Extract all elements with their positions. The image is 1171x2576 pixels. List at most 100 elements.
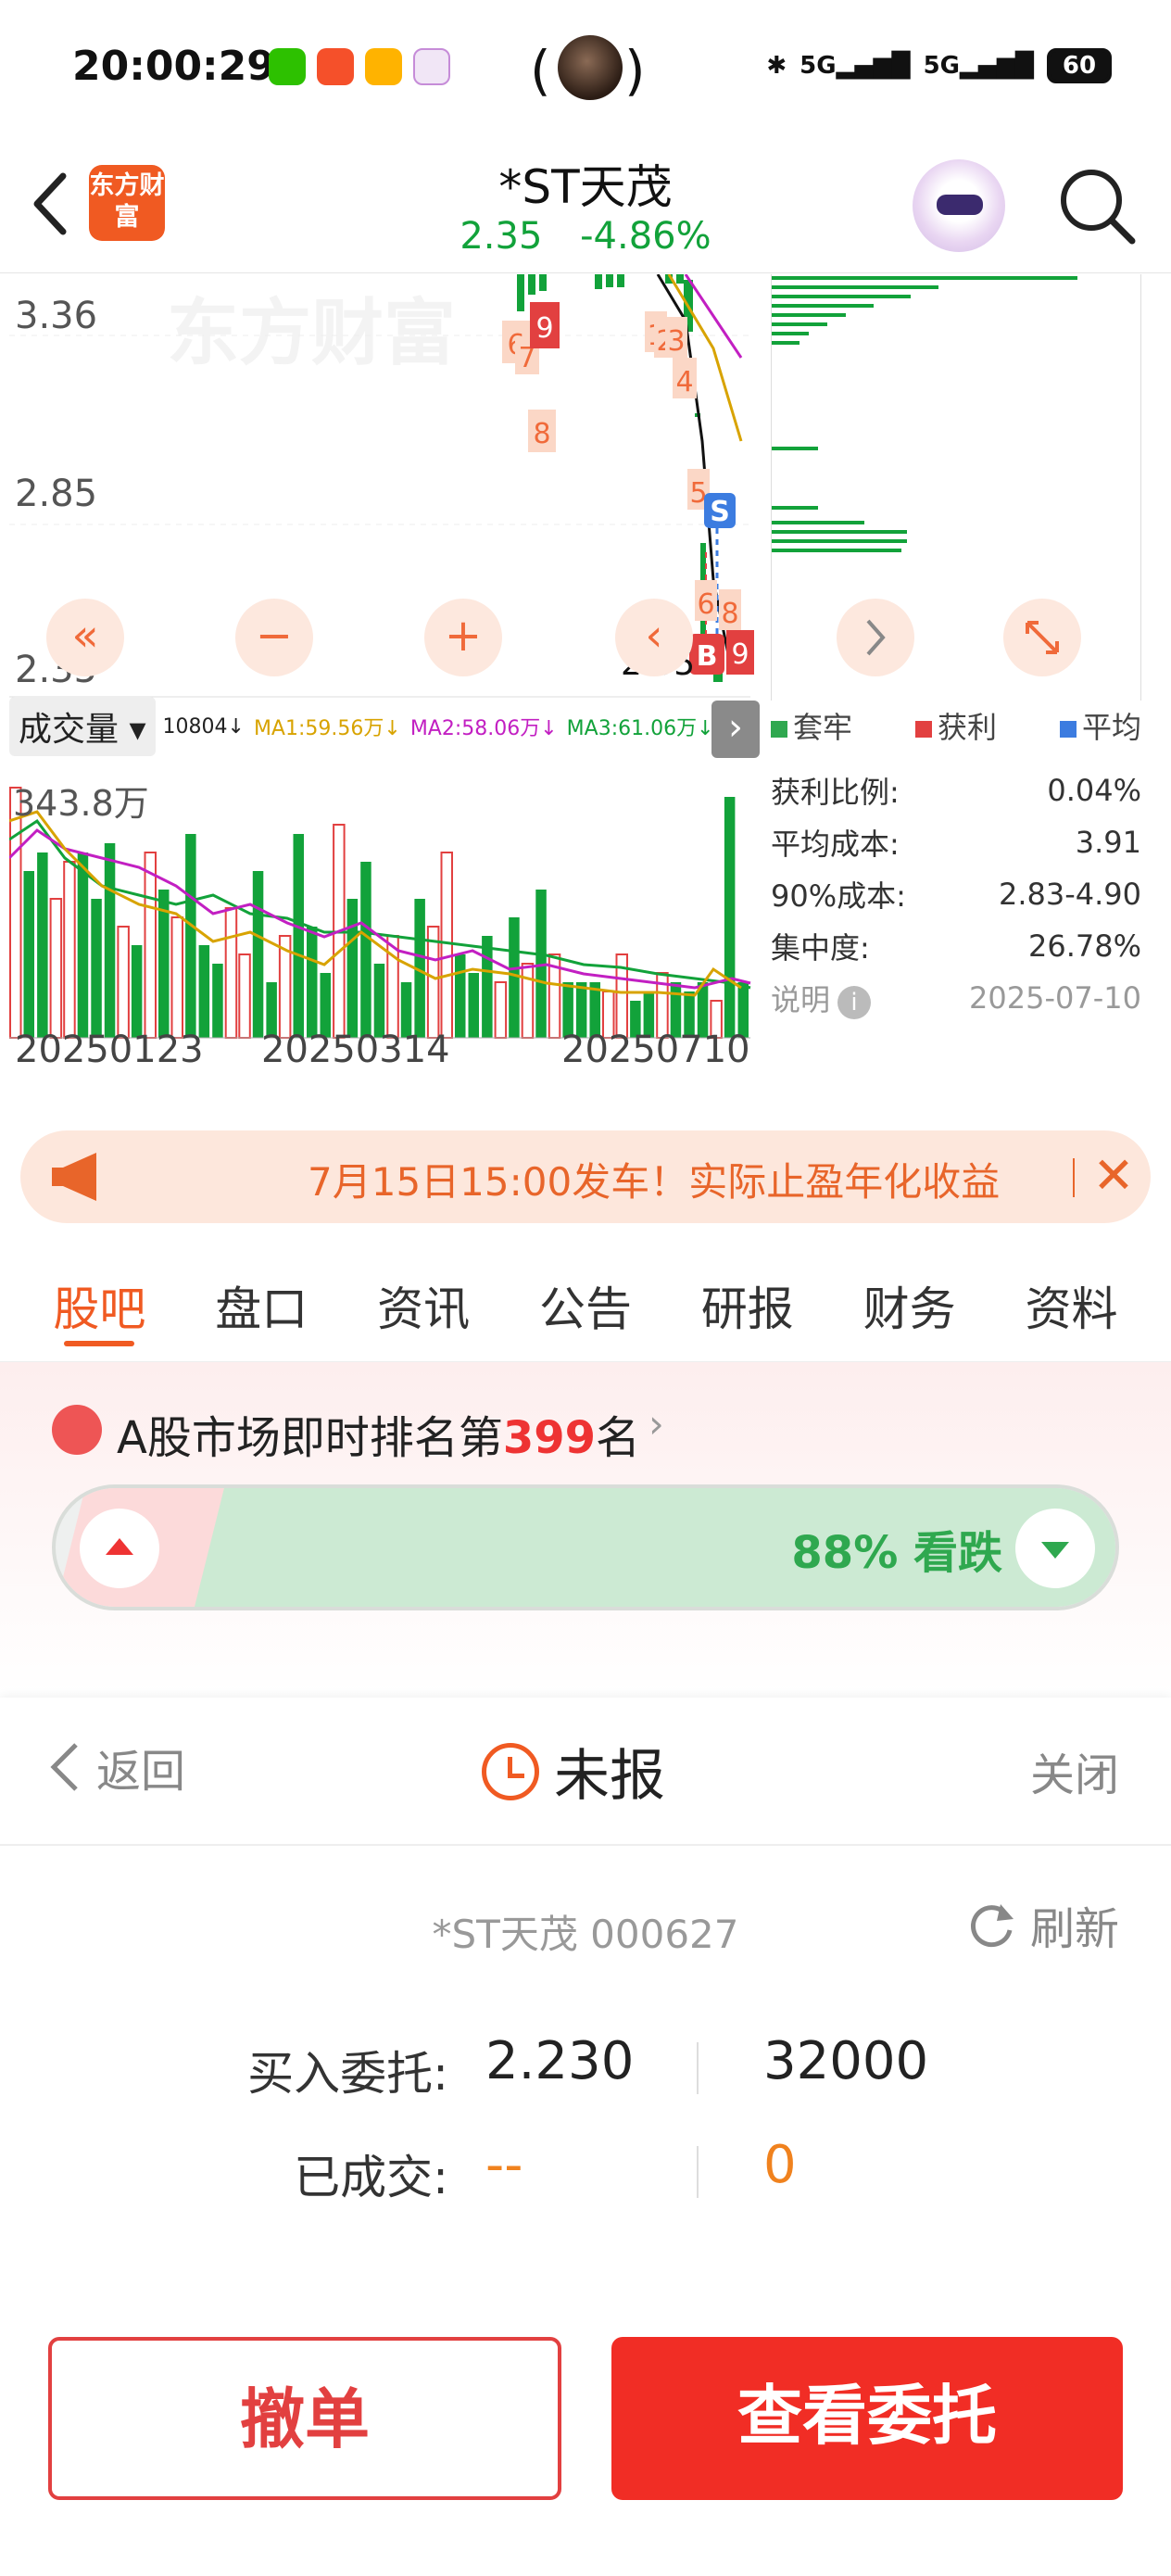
kline-chart[interactable]: 东方财富 6 7 9 8 1	[9, 274, 760, 1110]
stat-avg-cost: 平均成本: 3.91	[771, 825, 1141, 862]
bluetooth-icon: ✱	[766, 52, 787, 80]
buy-order-row: 买入委托: 2.230 32000	[0, 2031, 1171, 2105]
date-mid: 20250314	[261, 1029, 450, 1071]
system-indicators: ✱ 5G▂▄▆█ 5G▂▄▆█ 60	[766, 48, 1112, 83]
sheet-back-button[interactable]: 返回	[46, 1735, 185, 1799]
volume-bar	[91, 899, 102, 1038]
volume-bar	[346, 899, 359, 1038]
refresh-button[interactable]: 刷新	[963, 1892, 1119, 1957]
tab-news[interactable]: 资讯	[377, 1246, 470, 1361]
app-store-icon	[413, 48, 450, 85]
buy-order-quantity: 32000	[763, 2031, 929, 2091]
search-icon	[1061, 170, 1136, 245]
chevron-left-icon	[50, 1743, 78, 1791]
volume-bar	[104, 843, 116, 1038]
filled-row: 已成交: -- 0	[0, 2135, 1171, 2209]
view-orders-button[interactable]: 查看委托	[611, 2337, 1123, 2500]
legend-profit: 获利	[914, 704, 997, 747]
y-label-mid: 2.85	[15, 473, 98, 515]
svg-text:B: B	[697, 640, 718, 673]
sheet-close-button[interactable]: 关闭	[1030, 1738, 1119, 1803]
scroll-left-fast-button[interactable]: «	[46, 599, 124, 676]
stat-concentration: 集中度: 26.78%	[771, 928, 1141, 966]
ranking-link[interactable]: A股市场即时排名第399名	[117, 1401, 640, 1466]
vote-up-button[interactable]	[80, 1509, 159, 1588]
status-bar: 20:00:29 () ✱ 5G▂▄▆█ 5G▂▄▆█ 60	[0, 0, 1171, 139]
chip-next-button	[837, 599, 914, 676]
stock-change: -4.86%	[580, 215, 711, 258]
promo-text[interactable]: 7月15日15:00发车！实际止盈年化收益	[308, 1151, 1067, 1207]
zoom-out-button[interactable]: −	[235, 599, 313, 676]
wechat-icon	[269, 48, 306, 85]
date-end: 20250710	[561, 1029, 750, 1071]
volume-bar	[238, 953, 251, 1039]
video-app-icon	[365, 48, 402, 85]
bearish-label: 88% 看跌	[791, 1527, 1002, 1579]
tab-research[interactable]: 研报	[701, 1246, 794, 1361]
volume-bar	[494, 981, 508, 1039]
chevron-right-icon[interactable]: ›	[648, 1401, 664, 1446]
next-indicator-button[interactable]: ›	[711, 701, 760, 758]
volume-bar	[37, 852, 48, 1038]
volume-bar	[468, 973, 479, 1038]
volume-bar	[509, 917, 520, 1038]
vote-down-button[interactable]	[1015, 1509, 1095, 1588]
volume-bar	[482, 936, 493, 1038]
volume-header: 成交量 ▾ 10804↓ MA1:59.56万↓ MA2:58.06万↓ MA3…	[9, 697, 760, 758]
info-icon[interactable]: i	[837, 986, 872, 1019]
tab-pankou[interactable]: 盘口	[215, 1246, 308, 1361]
volume-bar	[224, 907, 238, 1039]
close-icon[interactable]: ✕	[1086, 1143, 1141, 1208]
volume-bar	[426, 926, 440, 1039]
chip-note-row[interactable]: 说明 i 2025-07-10	[771, 972, 1141, 1024]
app-notification-icon	[317, 48, 354, 85]
volume-bar	[23, 871, 34, 1038]
zoom-in-button[interactable]: +	[424, 599, 502, 676]
cancel-order-button[interactable]: 撤单	[48, 2337, 561, 2500]
volume-bar	[212, 964, 223, 1038]
scroll-left-button[interactable]: ‹	[615, 599, 693, 676]
volume-ma3: MA3:61.06万↓	[566, 717, 714, 740]
volume-bar	[144, 852, 157, 1039]
svg-text:S: S	[710, 496, 730, 528]
volume-bar	[360, 862, 371, 1038]
volume-bar	[440, 852, 453, 1039]
search-button[interactable]	[1056, 165, 1140, 248]
sheet-title: 未报	[482, 1731, 665, 1812]
volume-bar	[724, 797, 736, 1038]
assistant-robot-icon[interactable]	[913, 159, 1005, 252]
chip-distribution[interactable]	[771, 274, 1141, 701]
volume-bar	[131, 945, 143, 1038]
y-label-top: 3.36	[15, 295, 98, 337]
notification-icons	[269, 48, 450, 85]
filled-quantity: 0	[763, 2135, 797, 2195]
svg-text:6: 6	[697, 588, 714, 621]
volume-bar	[170, 916, 183, 1039]
volume-ma1: MA1:59.56万↓	[253, 717, 401, 740]
volume-bar	[455, 954, 466, 1038]
tab-profile[interactable]: 资料	[1025, 1246, 1117, 1361]
buy-order-label: 买入委托:	[247, 2047, 448, 2101]
tab-announcements[interactable]: 公告	[539, 1246, 632, 1361]
clock-icon	[482, 1742, 539, 1800]
tab-guba[interactable]: 股吧	[53, 1246, 145, 1361]
volume-max-label: 343.8万	[13, 783, 149, 824]
volume-bar	[117, 926, 130, 1039]
battery-icon: 60	[1047, 48, 1112, 83]
tab-finance[interactable]: 财务	[863, 1246, 956, 1361]
svg-text:8: 8	[721, 598, 738, 630]
volume-bar	[293, 834, 304, 1038]
status-time: 20:00:29	[72, 43, 275, 90]
filled-price: --	[485, 2135, 523, 2195]
ranking-icon	[52, 1405, 102, 1455]
promo-banner[interactable]: 7月15日15:00发车！实际止盈年化收益 ✕	[20, 1130, 1151, 1223]
sentiment-vote-bar: 88% 看跌	[52, 1484, 1119, 1610]
volume-bar	[521, 963, 535, 1039]
volume-bar	[307, 927, 318, 1038]
legend-trapped: 套牢	[771, 704, 852, 747]
volume-bar	[198, 945, 210, 1038]
volume-bar	[373, 964, 385, 1038]
filled-label: 已成交:	[294, 2151, 448, 2204]
promo-divider	[1073, 1158, 1075, 1197]
volume-indicator-select[interactable]: 成交量 ▾	[9, 697, 156, 756]
